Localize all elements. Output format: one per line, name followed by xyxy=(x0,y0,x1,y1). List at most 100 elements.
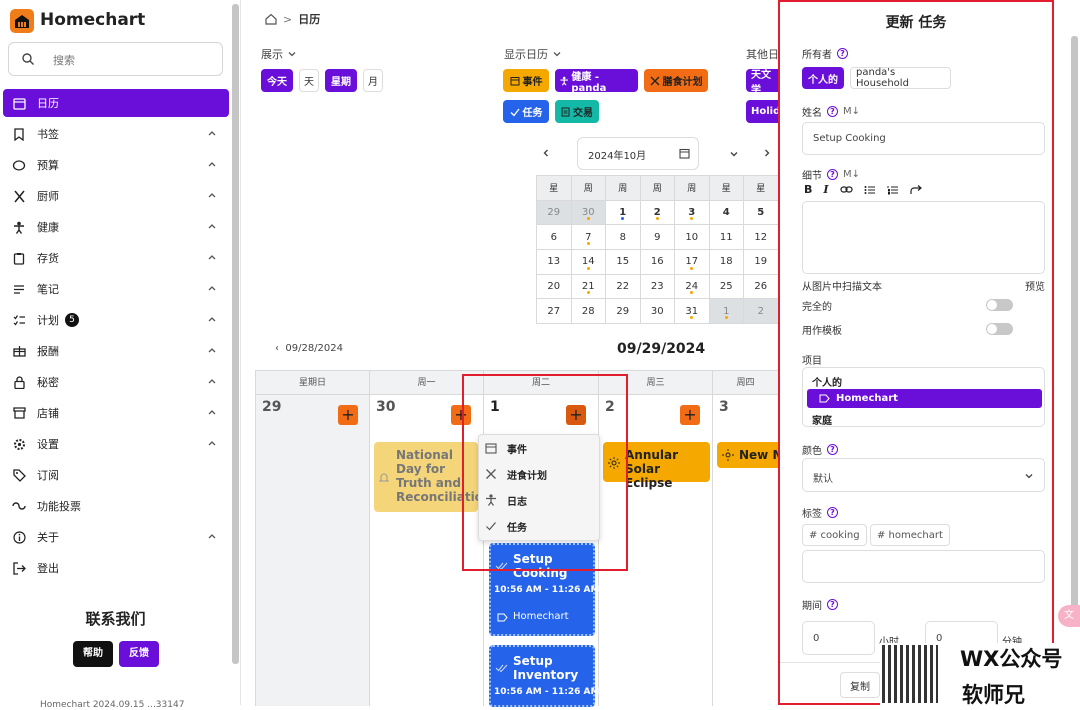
week-view-button[interactable]: 星期 xyxy=(325,69,357,92)
calendar-day[interactable]: 15 xyxy=(605,249,641,275)
search-input[interactable]: 搜索 xyxy=(8,42,223,76)
calendar-day[interactable]: 19 xyxy=(743,249,779,275)
chevron-up-icon[interactable] xyxy=(207,314,217,324)
calendar-day[interactable]: 5 xyxy=(743,199,779,226)
sidebar-item-notes[interactable]: 笔记 xyxy=(3,275,229,303)
tag-chip-cooking[interactable]: # cooking xyxy=(802,524,867,546)
next-month-chevron-icon[interactable] xyxy=(762,148,772,158)
name-input[interactable]: Setup Cooking xyxy=(802,122,1045,155)
bullet-list-icon[interactable] xyxy=(864,185,876,195)
scan-text-link[interactable]: 从图片中扫描文本 xyxy=(802,278,882,293)
help-icon[interactable]: ? xyxy=(827,507,838,518)
calendar-day[interactable]: 2 xyxy=(639,199,675,226)
calendar-day[interactable]: 1 xyxy=(708,298,744,325)
link-icon[interactable] xyxy=(839,185,853,194)
sidebar-item-settings[interactable]: 设置 xyxy=(3,430,229,458)
day-column-thursday[interactable]: 周四 3 xyxy=(713,371,778,706)
help-button[interactable]: 帮助 xyxy=(73,641,113,667)
calendar-day[interactable]: 9 xyxy=(639,224,675,251)
calendar-day[interactable]: 3 xyxy=(674,199,710,226)
calendar-day[interactable]: 25 xyxy=(708,273,744,300)
month-picker-input[interactable]: 2024年10月 xyxy=(577,137,699,170)
help-icon[interactable]: ? xyxy=(827,444,838,455)
preview-link[interactable]: 预览 xyxy=(1025,278,1045,293)
calendar-day[interactable]: 4 xyxy=(708,199,744,226)
project-option-personal[interactable]: 个人的 xyxy=(812,374,842,389)
color-select[interactable]: 默认 xyxy=(802,458,1045,492)
help-icon[interactable]: ? xyxy=(827,106,838,117)
calendar-day[interactable]: 29 xyxy=(536,199,572,226)
italic-icon[interactable]: I xyxy=(823,183,828,196)
chevron-up-icon[interactable] xyxy=(207,221,217,231)
calendar-day[interactable]: 20 xyxy=(536,273,572,300)
redo-icon[interactable] xyxy=(909,184,922,195)
calendar-day[interactable]: 26 xyxy=(743,273,779,300)
calendar-day[interactable]: 14 xyxy=(570,249,606,275)
copy-button[interactable]: 复制 xyxy=(840,672,880,698)
display-label[interactable]: 展示 xyxy=(261,46,297,62)
sidebar-item-subscription[interactable]: 订阅 xyxy=(3,461,229,489)
calendar-day[interactable]: 16 xyxy=(639,249,675,275)
calendar-day[interactable]: 24 xyxy=(674,273,710,300)
chevron-up-icon[interactable] xyxy=(207,345,217,355)
calendar-day[interactable]: 11 xyxy=(708,224,744,251)
today-button[interactable]: 今天 xyxy=(261,69,293,92)
calendar-day[interactable]: 28 xyxy=(570,298,606,325)
prev-month-chevron-icon[interactable] xyxy=(541,148,551,158)
calendar-day[interactable]: 31 xyxy=(674,298,710,325)
astronomy-filter-chip[interactable]: 天文学 xyxy=(746,69,778,92)
numbered-list-icon[interactable] xyxy=(887,185,899,195)
template-toggle[interactable] xyxy=(986,323,1013,335)
transactions-filter-chip[interactable]: 交易 xyxy=(555,100,599,123)
sidebar-item-about[interactable]: 关于 xyxy=(3,523,229,551)
bold-icon[interactable]: B xyxy=(804,183,812,196)
owner-personal-button[interactable]: 个人的 xyxy=(802,67,844,89)
sidebar-item-secrets[interactable]: 秘密 xyxy=(3,368,229,396)
chevron-up-icon[interactable] xyxy=(207,283,217,293)
holidays-filter-chip[interactable]: Holid xyxy=(746,100,778,123)
sidebar-item-rewards[interactable]: 报酬 xyxy=(3,337,229,365)
task-card-setup-inventory[interactable]: Setup Inventory 10:56 AM - 11:26 AM xyxy=(489,645,599,707)
calendar-day[interactable]: 2 xyxy=(743,298,779,325)
calendar-day[interactable]: 27 xyxy=(536,298,572,325)
other-calendar-label[interactable]: 其他日 xyxy=(746,46,779,62)
translate-float-icon[interactable]: 文 xyxy=(1058,605,1080,627)
feedback-button[interactable]: 反馈 xyxy=(119,641,159,667)
calendar-day[interactable]: 13 xyxy=(536,249,572,275)
events-filter-chip[interactable]: 事件 xyxy=(503,69,549,92)
tags-input[interactable] xyxy=(802,550,1045,583)
sidebar-item-shop[interactable]: 店铺 xyxy=(3,399,229,427)
help-icon[interactable]: ? xyxy=(827,169,838,180)
chevron-up-icon[interactable] xyxy=(207,252,217,262)
calendar-day[interactable]: 10 xyxy=(674,224,710,251)
calendar-day[interactable]: 12 xyxy=(743,224,779,251)
chevron-up-icon[interactable] xyxy=(207,531,217,541)
calendar-day[interactable]: 18 xyxy=(708,249,744,275)
month-view-button[interactable]: 月 xyxy=(363,69,383,92)
day-view-button[interactable]: 天 xyxy=(299,69,319,92)
sidebar-item-cook[interactable]: 厨师 xyxy=(3,182,229,210)
health-panda-filter-chip[interactable]: 健康 - panda xyxy=(555,69,638,94)
chevron-up-icon[interactable] xyxy=(207,438,217,448)
sidebar-item-inventory[interactable]: 存货 xyxy=(3,244,229,272)
calendar-day[interactable]: 30 xyxy=(570,199,606,226)
calendar-day[interactable]: 1 xyxy=(605,199,641,226)
calendar-day[interactable]: 7 xyxy=(570,224,606,251)
calendar-day[interactable]: 30 xyxy=(639,298,675,325)
day-column-sunday[interactable]: 星期日 29 + xyxy=(255,371,370,706)
detail-textarea[interactable] xyxy=(802,201,1045,274)
chevron-up-icon[interactable] xyxy=(207,407,217,417)
tag-chip-homechart[interactable]: # homechart xyxy=(870,524,950,546)
calendar-day[interactable]: 22 xyxy=(605,273,641,300)
previous-day-link[interactable]: ‹ 09/28/2024 xyxy=(275,343,343,354)
sidebar-item-plan[interactable]: 计划 5 xyxy=(3,306,229,334)
done-toggle[interactable] xyxy=(986,299,1013,311)
chevron-up-icon[interactable] xyxy=(207,128,217,138)
calendar-day[interactable]: 23 xyxy=(639,273,675,300)
calendar-day[interactable]: 17 xyxy=(674,249,710,275)
calendar-day[interactable]: 29 xyxy=(605,298,641,325)
help-icon[interactable]: ? xyxy=(837,48,848,59)
owner-household-button[interactable]: panda's Household xyxy=(850,67,951,89)
sidebar-scrollbar[interactable] xyxy=(232,4,239,664)
project-option-family[interactable]: 家庭 xyxy=(812,412,832,427)
